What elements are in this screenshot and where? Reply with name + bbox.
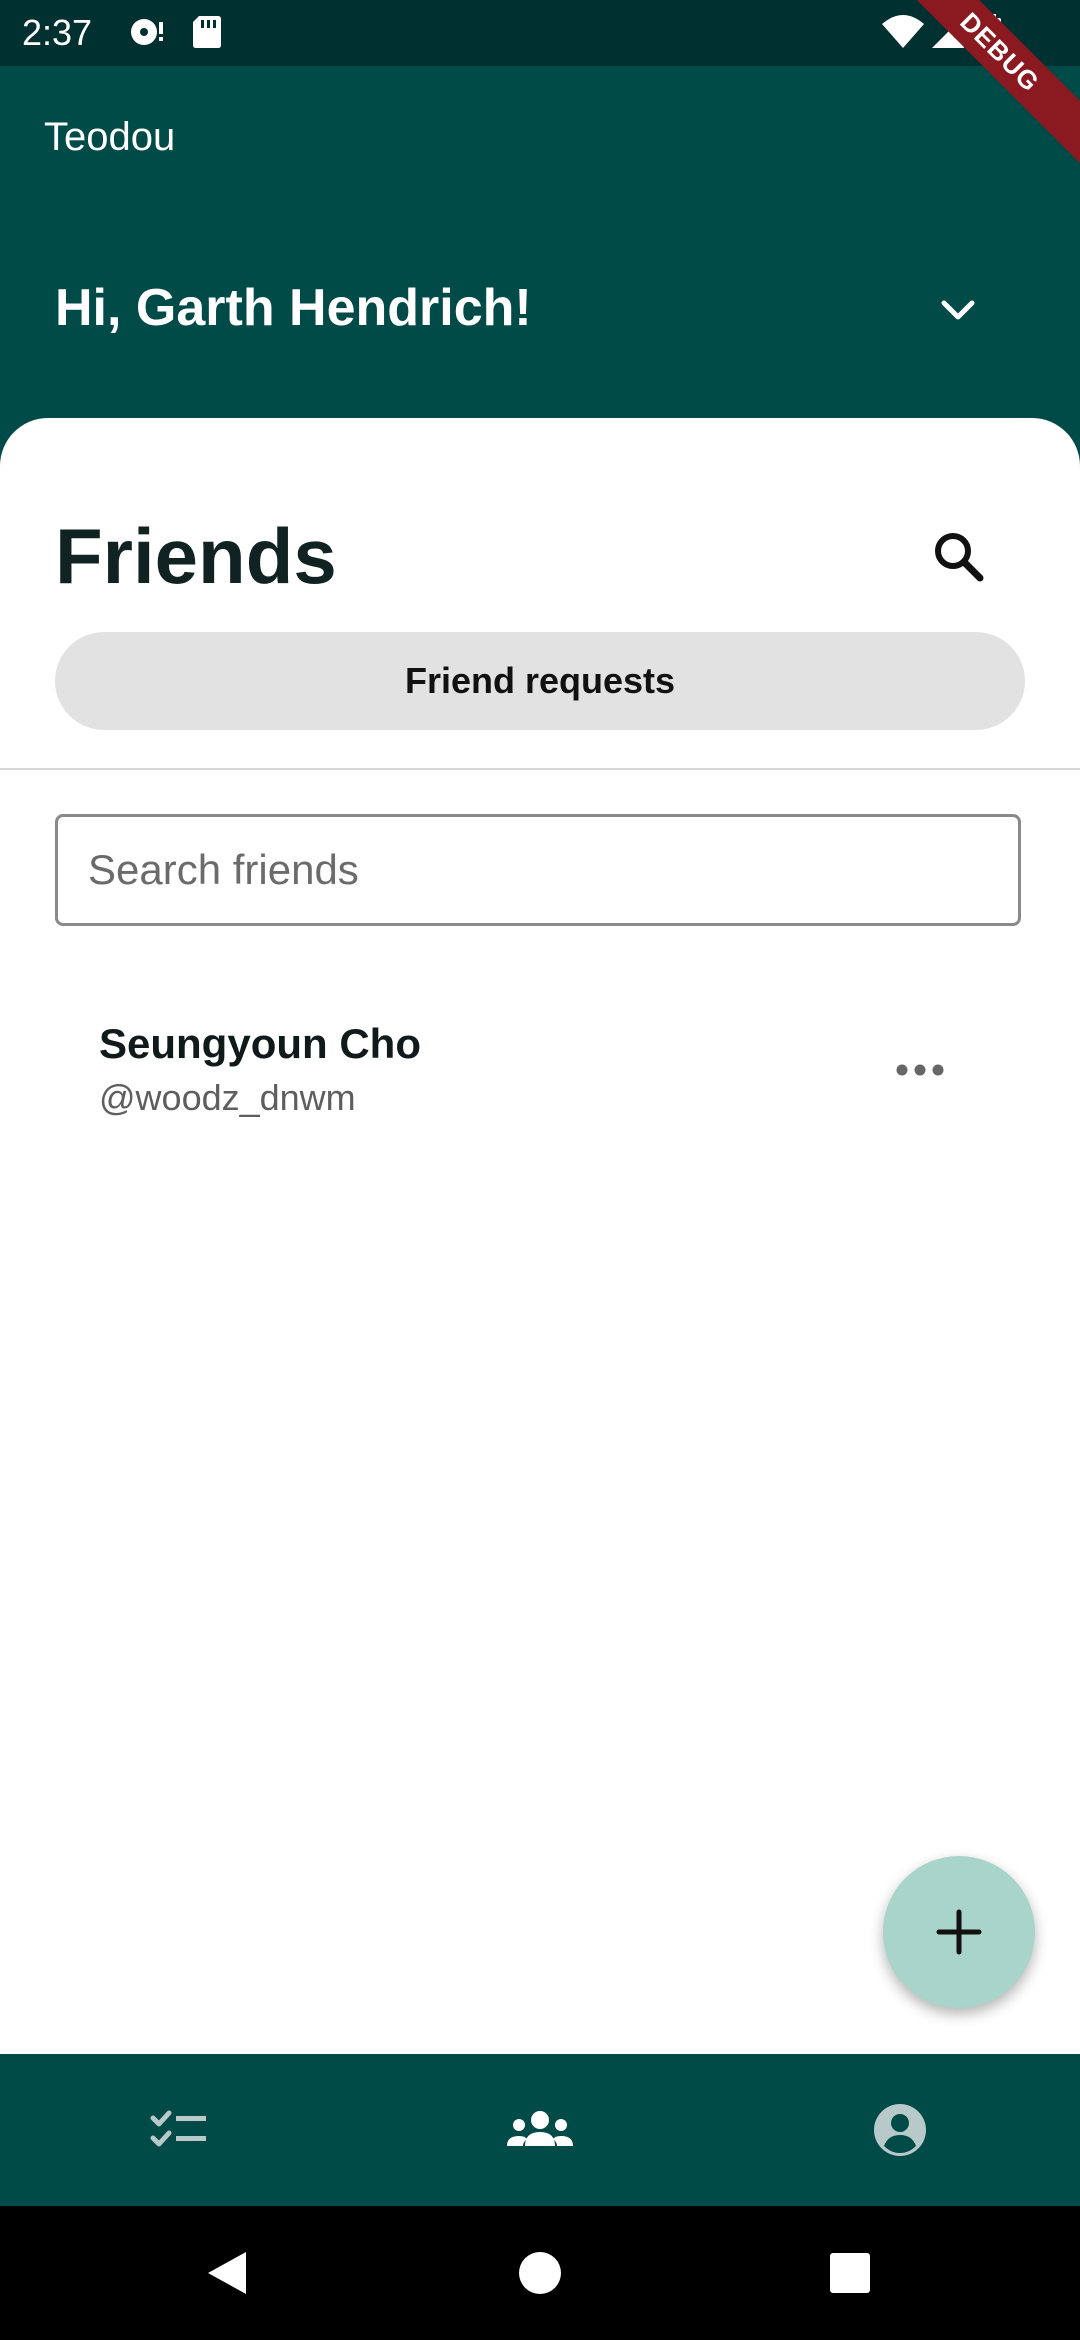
profile-icon [874,2104,926,2156]
system-back-button[interactable] [166,2206,286,2340]
search-friends-input[interactable] [55,814,1021,926]
bottom-navigation [0,2054,1080,2206]
app-name: Teodou [44,115,176,159]
nav-item-tasks[interactable] [0,2054,360,2206]
page-title: Friends [55,512,337,600]
recents-icon [830,2253,870,2293]
status-time: 2:37 [22,12,93,53]
system-home-button[interactable] [480,2206,600,2340]
plus-icon [936,1909,982,1955]
chevron-down-icon [941,300,975,320]
status-bar: 2:37 [0,0,1080,66]
greeting-title: Hi, Garth Hendrich! [55,279,532,337]
friend-requests-button[interactable]: Friend requests [55,632,1025,730]
search-icon [935,533,984,582]
friends-sheet: Friends Friend requests Seungyoun Cho @w… [0,418,1080,2054]
divider [0,768,1080,770]
app-screen: 2:37 DEBUG Teodou Hi, Garth Hendrich! Fr… [0,0,1080,2340]
home-icon [519,2252,561,2294]
more-horizontal-icon [896,1064,944,1076]
friend-name: Seungyoun Cho [99,1020,421,1067]
wifi-icon [880,12,926,57]
friend-handle: @woodz_dnwm [99,1077,356,1118]
add-friend-button[interactable] [883,1856,1035,2008]
nav-item-profile[interactable] [720,2054,1080,2206]
back-icon [208,2252,246,2294]
system-navigation-bar [0,2206,1080,2340]
search-button[interactable] [920,518,996,594]
nav-item-friends[interactable] [360,2054,720,2206]
system-recents-button[interactable] [790,2206,910,2340]
more-options-button[interactable] [875,1038,965,1102]
tasks-icon [150,2110,206,2147]
sd-card-icon [190,12,224,57]
friends-icon [507,2111,573,2146]
media-icon [126,12,166,57]
list-item[interactable]: Seungyoun Cho @woodz_dnwm [55,998,1025,1128]
account-dropdown-button[interactable] [926,278,990,342]
